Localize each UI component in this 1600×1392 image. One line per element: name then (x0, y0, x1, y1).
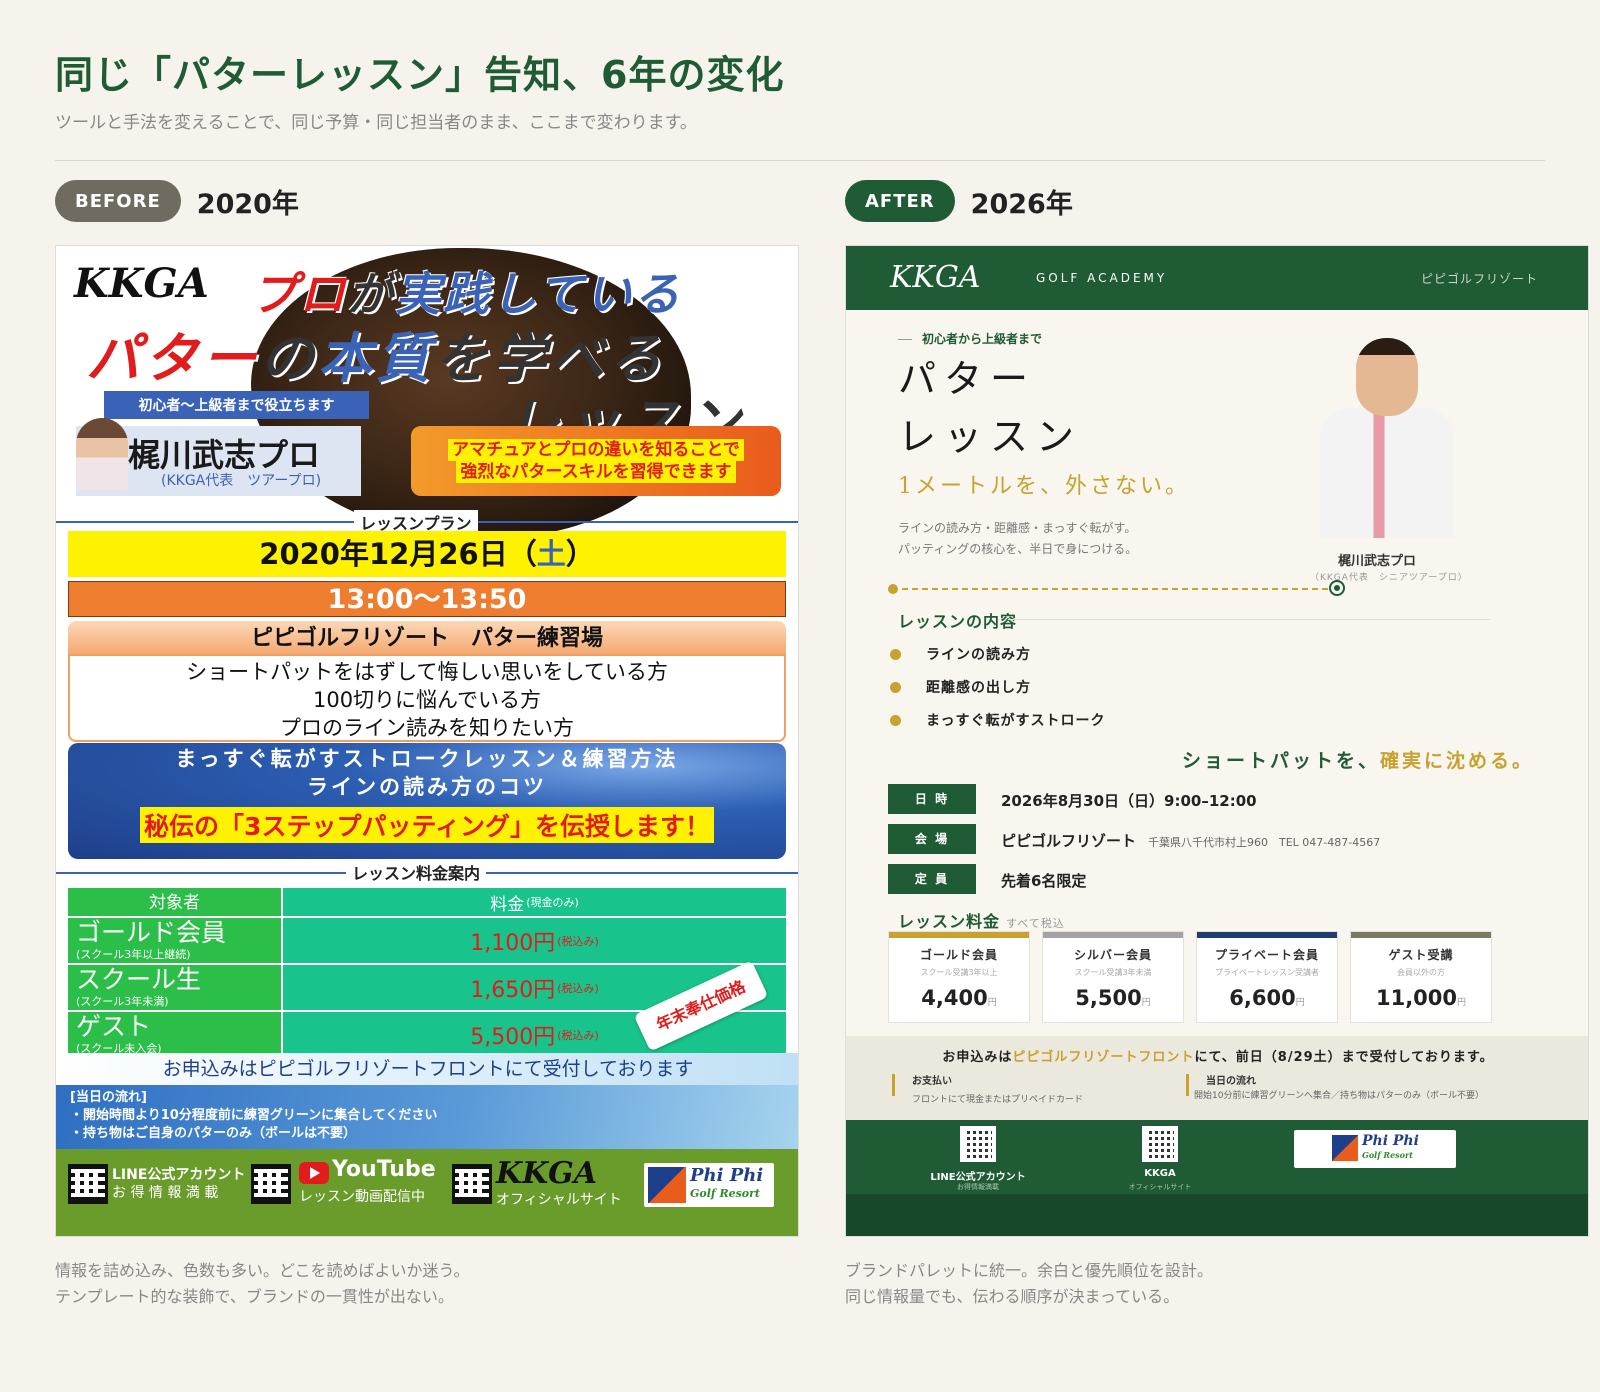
after-tag: AFTER (845, 180, 955, 222)
youtube-label: YouTube (332, 1157, 436, 1182)
before-header: BEFORE 2020年 (55, 180, 299, 222)
line-qr-icon[interactable] (960, 1126, 996, 1162)
kkga-logo: KKGA (890, 260, 981, 295)
accent-bar (1186, 1074, 1189, 1096)
line-account-label: LINE公式アカウントお 得 情 報 満 載 (112, 1167, 246, 1201)
description: ラインの読み方・距離感・まっすぐ転がす。 パッティングの核心を、半日で身につける… (898, 521, 1138, 556)
youtube-sub: レッスン動画配信中 (299, 1189, 425, 1205)
amateur-callout: アマチュアとプロの違いを知ることで 強烈なパタースキルを習得できます (411, 426, 781, 496)
putt-line (892, 588, 1338, 590)
kkga-footer-sub: オフィシャルサイト (496, 1192, 622, 1208)
after-flyer: KKGA GOLF ACADEMY ピピゴルフリゾート 初心者から上級者まで パ… (845, 245, 1589, 1237)
payment-title: お支払い (912, 1076, 952, 1087)
list-item: 距離感の出し方 (926, 680, 1031, 696)
capacity-label: 定 員 (888, 864, 976, 894)
lesson-venue: ピピゴルフリゾート パター練習場 (68, 621, 786, 657)
before-caption: 情報を詰め込み、色数も多い。どこを読めばよいか迷う。 テンプレート的な装飾で、ブ… (55, 1261, 470, 1306)
content-title: レッスンの内容 (898, 612, 1018, 631)
footer-strip (846, 1194, 1588, 1236)
kkga-qr-icon[interactable] (452, 1164, 492, 1204)
table-header: 対象者 料金 (現金のみ) (68, 888, 786, 918)
flyer-header: KKGA GOLF ACADEMY ピピゴルフリゾート (846, 246, 1588, 310)
phiphi-emblem-icon (1332, 1135, 1358, 1161)
date-label: 日 時 (888, 784, 976, 814)
claim: ショートパットを、確実に沈める。 (1181, 750, 1534, 772)
fee-label: レッスン料金案内 (346, 860, 487, 884)
divider (55, 160, 1545, 161)
pro-name: 梶川武志プロ (1338, 554, 1417, 569)
accent-bar (892, 1074, 895, 1096)
resort-label: ピピゴルフリゾート (1420, 272, 1538, 286)
kkga-logo: KKGA (74, 260, 209, 307)
capacity-value: 先着6名限定 (1001, 872, 1087, 890)
fee-title: レッスン料金 すべて税込 (898, 912, 1065, 931)
page-subtitle: ツールと手法を変えることで、同じ予算・同じ担当者のまま、ここまで変わります。 (55, 113, 697, 133)
youtube-qr-icon[interactable] (251, 1164, 291, 1204)
flow-desc: 開始10分前に練習グリーンへ集合／持ち物はパターのみ（ボール不要） (1194, 1091, 1485, 1101)
venue-value: ピピゴルフリゾート 千葉県八千代市村上960 TEL 047-487-4567 (1001, 832, 1381, 850)
phiphi-logo: Phi Phi Golf Resort (1294, 1130, 1456, 1168)
day-flow: [当日の流れ] ・開始時間より10分程度前に練習グリーンに集合してください ・持… (56, 1085, 798, 1149)
tagline: 1メートルを、外さない。 (898, 474, 1190, 499)
flow-title: 当日の流れ (1206, 1076, 1256, 1087)
table-row: ゴールド会員 (スクール3年以上継続) 1,100円 (税込み) (68, 918, 786, 965)
audience-ribbon: 初心者～上級者まで役立ちます (104, 391, 369, 419)
phiphi-logo: Phi Phi Golf Resort (644, 1163, 774, 1207)
after-caption: ブランドパレットに統一。余白と優先順位を設計。 同じ情報量でも、伝わる順序が決ま… (845, 1261, 1214, 1306)
flyer-title: パター レッスン (898, 357, 1083, 459)
before-year: 2020年 (196, 188, 299, 220)
section-rule (1008, 619, 1490, 620)
fee-card-silver: シルバー会員 スクール受講3年未満 5,500円 (1042, 931, 1184, 1023)
line-account-label: LINE公式アカウント (930, 1172, 1026, 1183)
list-item: ラインの読み方 (926, 647, 1031, 663)
before-tag: BEFORE (55, 180, 181, 222)
list-item: 100切りに悩んでいる方 (312, 688, 542, 712)
line-qr-icon[interactable] (68, 1164, 108, 1204)
list-item: ショートパットをはずして悔しい思いをしている方 (186, 660, 668, 684)
hole-icon (1329, 580, 1345, 596)
after-header: AFTER 2026年 (845, 180, 1073, 222)
pro-role: (KKGA代表 ツアープロ) (161, 473, 322, 489)
kkga-sub: オフィシャルサイト (1128, 1183, 1192, 1191)
list-item: プロのライン読みを知りたい方 (280, 716, 574, 740)
date-value: 2026年8月30日（日）9:00–12:00 (1001, 792, 1257, 810)
lesson-date: 2020年12月26日（土） (68, 531, 786, 577)
fee-card-guest: ゲスト受講 会員以外の方 11,000円 (1350, 931, 1492, 1023)
kkga-label: KKGA (1144, 1168, 1176, 1179)
payment-desc: フロントにて現金またはプリペイドカード (912, 1095, 1084, 1105)
apply-notice: お申込みはピピゴルフリゾートフロントにて受付しております (56, 1053, 798, 1085)
ball-icon (888, 584, 898, 594)
kkga-qr-icon[interactable] (1142, 1126, 1178, 1162)
line-account-sub: お得情報満載 (957, 1183, 999, 1191)
lesson-time: 13:00～13:50 (68, 581, 786, 617)
fee-card-private: プライベート会員 プライベートレッスン受講者 6,600円 (1196, 931, 1338, 1023)
fee-card-gold: ゴールド会員 スクール受講3年以上 4,400円 (888, 931, 1030, 1023)
venue-label: 会 場 (888, 824, 976, 854)
bullet-icon (890, 649, 901, 660)
bullet-icon (890, 682, 901, 693)
content-banner: まっすぐ転がすストロークレッスン＆練習方法 ラインの読み方のコツ 秘伝の「3ステ… (68, 743, 786, 859)
bullet-icon (890, 715, 901, 726)
apply-notice: お申込みはピピゴルフリゾートフロントにて、前日（8/29土）まで受付しております… (942, 1050, 1494, 1065)
list-item: まっすぐ転がすストローク (926, 713, 1106, 729)
pro-photo (1306, 328, 1466, 538)
youtube-icon (299, 1162, 329, 1184)
audience-eyebrow: 初心者から上級者まで (898, 330, 1042, 347)
academy-label: GOLF ACADEMY (1036, 271, 1168, 285)
after-year: 2026年 (970, 188, 1073, 220)
phiphi-emblem-icon (648, 1167, 686, 1203)
before-flyer: KKGA プロが実践している パターの本質を学べる レッスン 初心者～上級者まで… (55, 245, 799, 1237)
pro-photo (76, 418, 128, 490)
kkga-footer-logo: KKGA (496, 1156, 598, 1191)
target-list: ショートパットをはずして悔しい思いをしている方 100切りに悩んでいる方 プロの… (68, 654, 786, 742)
page-title: 同じ「パターレッスン」告知、6年の変化 (55, 53, 785, 97)
